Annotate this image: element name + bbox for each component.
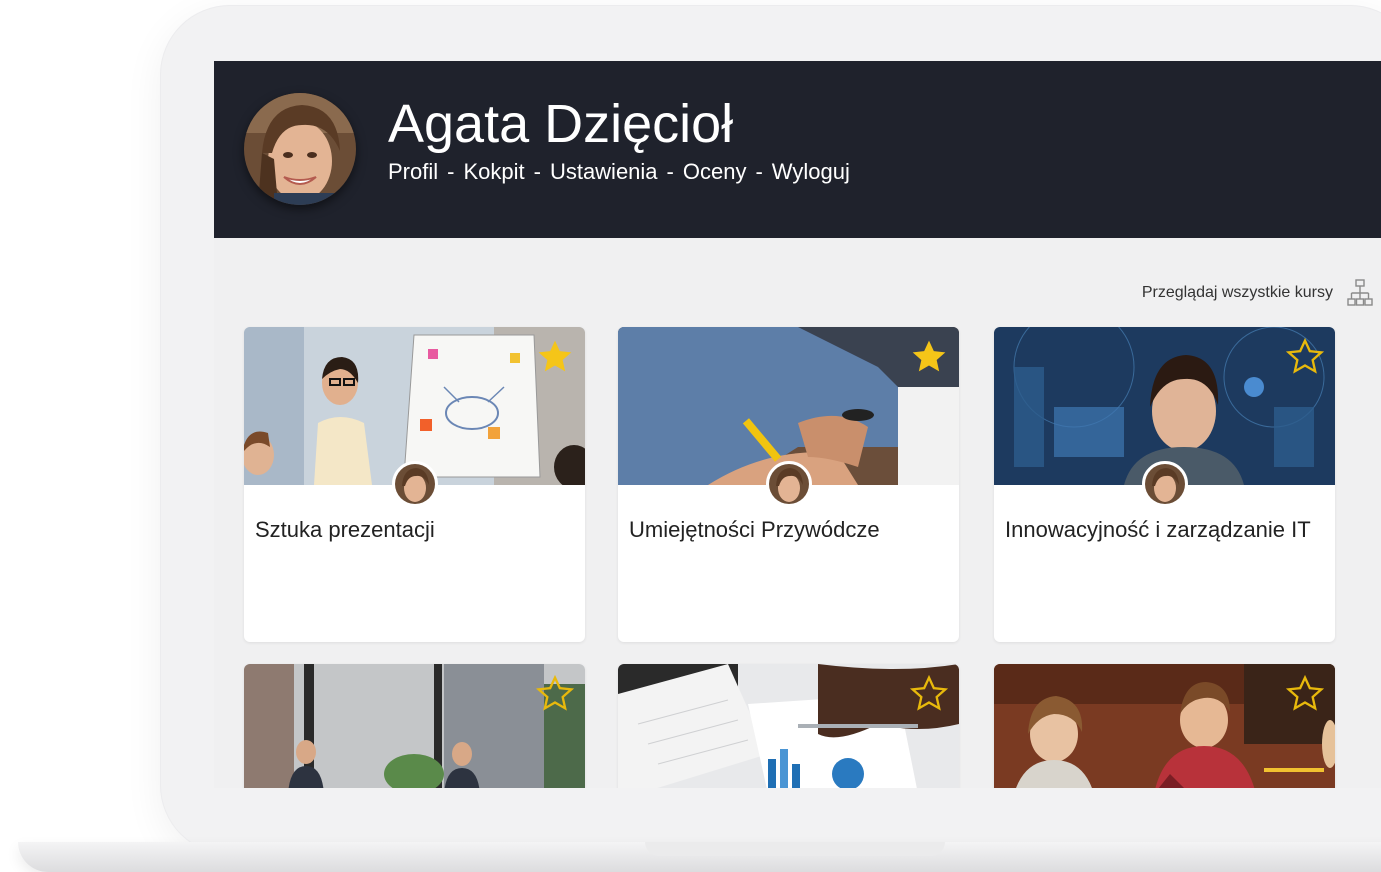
profile-header: Agata Dzięcioł Profil - Kokpit - Ustawienia -… — [214, 61, 1381, 238]
course-image-students — [994, 664, 1335, 788]
course-card[interactable] — [244, 664, 585, 788]
course-image-business-meeting — [244, 664, 585, 788]
course-card[interactable]: Sztuka prezentacji — [244, 327, 585, 642]
instructor-avatar — [1141, 461, 1188, 507]
favorite-star-outline-icon[interactable] — [1285, 674, 1325, 714]
browse-all-courses-label: Przeglądaj wszystkie kursy — [1141, 284, 1333, 301]
course-card[interactable] — [618, 664, 959, 788]
favorite-star-filled-icon[interactable] — [535, 337, 575, 377]
nav-profil[interactable]: Profil — [388, 159, 438, 184]
nav-oceny[interactable]: Oceny — [683, 159, 747, 184]
favorite-star-outline-icon[interactable] — [909, 674, 949, 714]
nav-separator: - — [755, 159, 763, 184]
nav-separator: - — [533, 159, 541, 184]
nav-ustawienia[interactable]: Ustawienia — [550, 159, 658, 184]
course-title: Innowacyjność i zarządzanie IT — [1005, 517, 1311, 542]
course-image-data-analysis — [618, 664, 959, 788]
browse-all-courses-link[interactable]: Przeglądaj wszystkie kursy — [1142, 279, 1373, 307]
instructor-avatar — [765, 461, 812, 507]
nav-separator: - — [666, 159, 674, 184]
course-title: Umiejętności Przywódcze — [629, 517, 880, 542]
favorite-star-outline-icon[interactable] — [1285, 337, 1325, 377]
course-title: Sztuka prezentacji — [255, 517, 435, 542]
favorite-star-filled-icon[interactable] — [909, 337, 949, 377]
laptop-notch — [645, 842, 945, 856]
user-nav: Profil - Kokpit - Ustawienia - Oceny - Wyloguj — [388, 157, 850, 187]
instructor-avatar — [391, 461, 438, 507]
nav-kokpit[interactable]: Kokpit — [463, 159, 524, 184]
sitemap-icon — [1347, 279, 1373, 307]
nav-wyloguj[interactable]: Wyloguj — [772, 159, 850, 184]
user-name: Agata Dzięcioł — [388, 94, 734, 154]
course-card[interactable]: Innowacyjność i zarządzanie IT — [994, 327, 1335, 642]
nav-separator: - — [447, 159, 455, 184]
user-avatar — [244, 93, 356, 205]
course-card[interactable]: Umiejętności Przywódcze — [618, 327, 959, 642]
course-card[interactable] — [994, 664, 1335, 788]
favorite-star-outline-icon[interactable] — [535, 674, 575, 714]
app-screen: Agata Dzięcioł Profil - Kokpit - Ustawienia -… — [214, 61, 1381, 788]
